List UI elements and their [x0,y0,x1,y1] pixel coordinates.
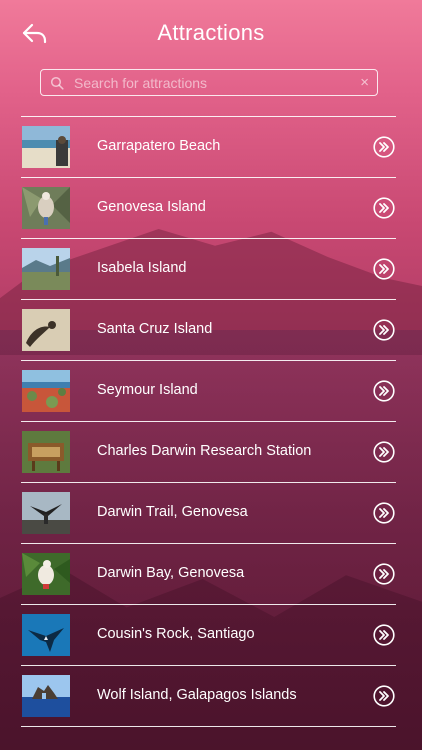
bird-photo [22,187,70,229]
attractions-list: Garrapatero Beach Genovesa Island Isabel… [21,116,396,727]
chevron-double-right-circle-icon[interactable] [373,319,395,341]
header-bar: Attractions [0,0,422,66]
clear-search-button[interactable]: × [360,74,369,91]
chevron-double-right-circle-icon[interactable] [373,685,395,707]
list-item-garrapatero-beach[interactable]: Garrapatero Beach [21,117,396,178]
list-item-cousins-rock-santiago[interactable]: Cousin's Rock, Santiago [21,605,396,666]
attraction-name: Genovesa Island [97,199,206,215]
list-item-wolf-island-galapagos-islands[interactable]: Wolf Island, Galapagos Islands [21,666,396,727]
beach-photo [22,126,70,168]
list-item-genovesa-island[interactable]: Genovesa Island [21,178,396,239]
chevron-double-right-circle-icon[interactable] [373,136,395,158]
attraction-name: Charles Darwin Research Station [97,443,312,459]
chevron-double-right-circle-icon[interactable] [373,258,395,280]
list-item-darwin-bay-genovesa[interactable]: Darwin Bay, Genovesa [21,544,396,605]
station-sign-photo [22,431,70,473]
attraction-name: Wolf Island, Galapagos Islands [97,687,297,703]
page-title: Attractions [157,20,265,45]
chevron-double-right-circle-icon[interactable] [373,563,395,585]
list-item-darwin-trail-genovesa[interactable]: Darwin Trail, Genovesa [21,483,396,544]
island-vegetation-photo [22,370,70,412]
chevron-double-right-circle-icon[interactable] [373,197,395,219]
search-bar: × [40,69,378,96]
list-item-seymour-island[interactable]: Seymour Island [21,361,396,422]
chevron-double-right-circle-icon[interactable] [373,441,395,463]
booby-photo [22,553,70,595]
coastline-photo [22,248,70,290]
chevron-double-right-circle-icon[interactable] [373,380,395,402]
chevron-double-right-circle-icon[interactable] [373,624,395,646]
list-item-santa-cruz-island[interactable]: Santa Cruz Island [21,300,396,361]
attraction-name: Garrapatero Beach [97,138,221,154]
search-input[interactable] [74,72,344,93]
manta-ray-photo [22,614,70,656]
list-item-isabela-island[interactable]: Isabela Island [21,239,396,300]
attraction-name: Darwin Bay, Genovesa [97,565,245,581]
sea-lion-photo [22,309,70,351]
list-item-charles-darwin-research-station[interactable]: Charles Darwin Research Station [21,422,396,483]
attraction-name: Cousin's Rock, Santiago [97,626,255,642]
frigatebird-photo [22,492,70,534]
attraction-name: Seymour Island [97,382,198,398]
search-icon [50,76,64,90]
rock-island-photo [22,675,70,717]
chevron-double-right-circle-icon[interactable] [373,502,395,524]
attraction-name: Isabela Island [97,260,187,276]
attraction-name: Darwin Trail, Genovesa [97,504,248,520]
attraction-name: Santa Cruz Island [97,321,213,337]
